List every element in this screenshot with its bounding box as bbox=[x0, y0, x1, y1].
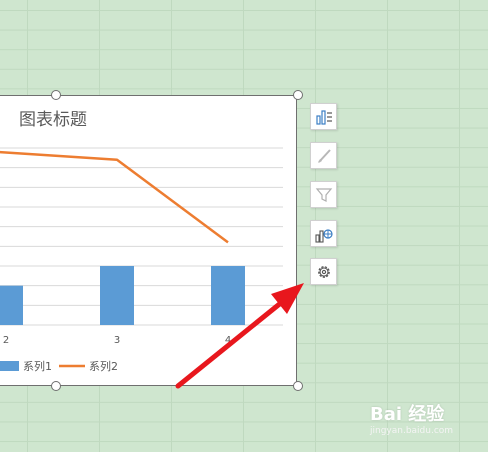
legend-label: 系列1 bbox=[23, 359, 52, 373]
settings-gear-icon bbox=[317, 265, 330, 278]
chart-elements-button[interactable] bbox=[310, 103, 337, 130]
line-系列2 bbox=[0, 150, 229, 244]
bar-系列1 bbox=[0, 285, 23, 325]
chart-filter-button[interactable] bbox=[310, 181, 337, 208]
resize-handle-bottom-right[interactable] bbox=[293, 381, 303, 391]
legend-label: 系列2 bbox=[89, 359, 118, 373]
watermark-url: jingyan.baidu.com bbox=[370, 426, 454, 436]
chart-data-icon bbox=[314, 228, 333, 243]
bar-系列1 bbox=[211, 266, 245, 325]
x-tick-label: 2 bbox=[3, 335, 9, 346]
chart-filter-icon bbox=[315, 187, 332, 202]
chart-style-brush-icon bbox=[317, 148, 331, 163]
legend-swatch-系列1 bbox=[0, 361, 19, 371]
x-tick-label: 3 bbox=[114, 335, 120, 346]
chart-data-button[interactable] bbox=[310, 220, 337, 247]
baidu-watermark: Bai 经验 jingyan.baidu.com bbox=[370, 400, 480, 446]
x-tick-label: 4 bbox=[225, 335, 231, 346]
resize-handle-bottom[interactable] bbox=[51, 381, 61, 391]
chart-settings-button[interactable] bbox=[310, 258, 337, 285]
chart-style-button[interactable] bbox=[310, 142, 337, 169]
chart-elements-icon bbox=[315, 109, 332, 125]
bar-系列1 bbox=[100, 266, 134, 325]
resize-handle-top-right[interactable] bbox=[293, 90, 303, 100]
chart-area[interactable]: 图表标题 2 3 4 系列1 系列2 bbox=[0, 95, 297, 386]
resize-handle-top[interactable] bbox=[51, 90, 61, 100]
watermark-brand: Bai 经验 bbox=[370, 404, 445, 425]
chart-plot: 2 3 4 系列1 系列2 bbox=[0, 147, 283, 373]
